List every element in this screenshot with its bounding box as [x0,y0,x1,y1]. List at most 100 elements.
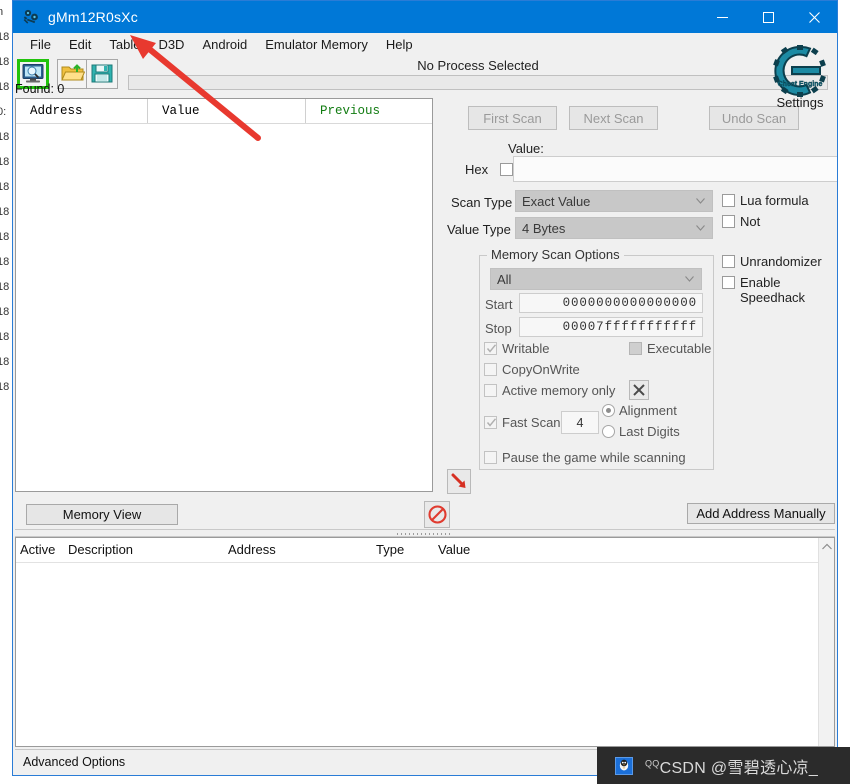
menu-bar: File Edit Table D3D Android Emulator Memory He… [13,33,837,55]
process-bar[interactable] [128,75,828,90]
cheat-table-column-type[interactable]: Type [372,538,434,562]
start-address-input[interactable]: 0000000000000000 [519,293,703,313]
menu-item-android[interactable]: Android [193,35,256,54]
watermark-main: CSDN @雪碧透心凉_ [659,759,819,777]
x-close-icon [633,384,645,396]
deactivate-button[interactable] [424,501,450,528]
next-scan-button[interactable]: Next Scan [569,106,658,130]
window-controls [699,1,837,33]
pause-game-label: Pause the game while scanning [502,450,686,465]
results-column-value[interactable]: Value [148,99,306,123]
no-entry-icon [427,505,447,524]
save-file-button[interactable] [86,59,118,89]
cheat-table-column-description[interactable]: Description [64,538,224,562]
writable-checkbox[interactable] [484,342,497,355]
lua-formula-label: Lua formula [740,193,809,208]
menu-item-file[interactable]: File [21,35,60,54]
menu-item-edit[interactable]: Edit [60,35,100,54]
close-button[interactable] [791,1,837,33]
check-icon [486,418,497,427]
red-arrow-down-right-icon [451,473,465,488]
not-label: Not [740,214,761,229]
fast-scan-value-input[interactable]: 4 [561,411,599,434]
results-column-address[interactable]: Address [16,99,148,123]
executable-label: Executable [647,341,712,356]
last-digits-radio[interactable] [602,425,615,438]
executable-checkbox[interactable] [629,342,642,355]
scan-type-label: Scan Type [451,195,513,210]
window-title: gMm12R0sXc [48,9,138,25]
radio-dot [606,408,611,413]
not-checkbox[interactable] [722,215,735,228]
memory-region-select[interactable]: All [490,268,702,290]
move-down-button[interactable] [447,469,471,494]
cheat-engine-logo-icon: Cheat Engine [773,45,826,97]
title-bar: gMm12R0sXc [13,1,837,33]
cheat-table-header: Active Description Address Type Value [16,538,834,563]
watermark-superscript: QQ [645,758,660,769]
advanced-options-label[interactable]: Advanced Options [23,755,125,769]
value-input[interactable] [513,156,837,182]
unrandomizer-checkbox[interactable] [722,255,735,268]
scan-type-select[interactable]: Exact Value [515,190,713,212]
alignment-label: Alignment [619,403,677,418]
cheat-table-column-value[interactable]: Value [434,538,634,562]
screenshot-root: n 18 18 18 0: 18 18 18 18 18 18 18 18 18 18 18 gMm [0,0,850,784]
value-type-label: Value Type [447,222,511,237]
settings-label: Settings [776,95,824,110]
hex-label: Hex [465,162,489,177]
stop-address-input[interactable]: 00007fffffffffff [519,317,703,337]
maximize-button[interactable] [745,1,791,33]
splitter-grip [397,533,453,535]
scan-results-list[interactable]: Address Value Previous [15,98,433,492]
first-scan-button[interactable]: First Scan [468,106,557,130]
check-icon [486,344,497,353]
memory-region-value: All [497,271,512,287]
active-memory-only-label: Active memory only [502,383,616,398]
chevron-up-icon [822,543,832,550]
cheat-engine-icon [22,8,40,26]
active-memory-only-checkbox[interactable] [484,384,497,397]
process-label: No Process Selected [417,58,539,73]
last-digits-label: Last Digits [619,424,680,439]
minimize-button[interactable] [699,1,745,33]
scan-type-value: Exact Value [522,193,591,209]
settings-button[interactable]: Cheat Engine Settings [767,45,833,110]
pause-game-checkbox[interactable] [484,451,497,464]
unrandomizer-label: Unrandomizer [740,254,822,269]
fast-scan-checkbox[interactable] [484,416,497,429]
watermark: QQCSDN @雪碧透心凉_ [597,747,850,784]
lua-formula-checkbox[interactable] [722,194,735,207]
alignment-radio[interactable] [602,404,615,417]
memory-scan-options-title: Memory Scan Options [487,247,624,262]
found-count: Found: 0 [15,82,65,96]
chevron-down-icon [696,198,705,204]
value-type-value: 4 Bytes [522,220,566,236]
watermark-text: QQCSDN @雪碧透心凉_ [645,754,818,778]
value-label: Value: [508,141,544,156]
copyonwrite-checkbox[interactable] [484,363,497,376]
menu-item-emulator-memory[interactable]: Emulator Memory [256,35,377,54]
cheat-table-column-active[interactable]: Active [16,538,64,562]
copyonwrite-label: CopyOnWrite [502,362,580,377]
add-address-manually-button[interactable]: Add Address Manually [687,503,835,524]
results-column-previous[interactable]: Previous [306,99,432,123]
start-label: Start [485,297,513,312]
value-type-select[interactable]: 4 Bytes [515,217,713,239]
fast-scan-label: Fast Scan [502,415,561,430]
qq-penguin-icon [615,756,633,775]
hex-checkbox[interactable] [500,163,513,176]
cheat-table-scrollbar[interactable] [818,538,834,746]
menu-item-d3d[interactable]: D3D [149,35,193,54]
menu-item-help[interactable]: Help [377,35,422,54]
stop-label: Stop [485,321,512,336]
memory-view-button[interactable]: Memory View [26,504,178,525]
toolbar: No Process Selected [13,55,837,92]
enable-speedhack-checkbox[interactable] [722,276,735,289]
menu-item-table[interactable]: Table [100,35,149,54]
clear-memory-button[interactable] [629,380,649,400]
scan-results-header: Address Value Previous [16,99,432,124]
cheat-table-column-address[interactable]: Address [224,538,372,562]
cheat-table[interactable]: Active Description Address Type Value [15,537,835,747]
splitter-handle[interactable] [15,529,835,537]
